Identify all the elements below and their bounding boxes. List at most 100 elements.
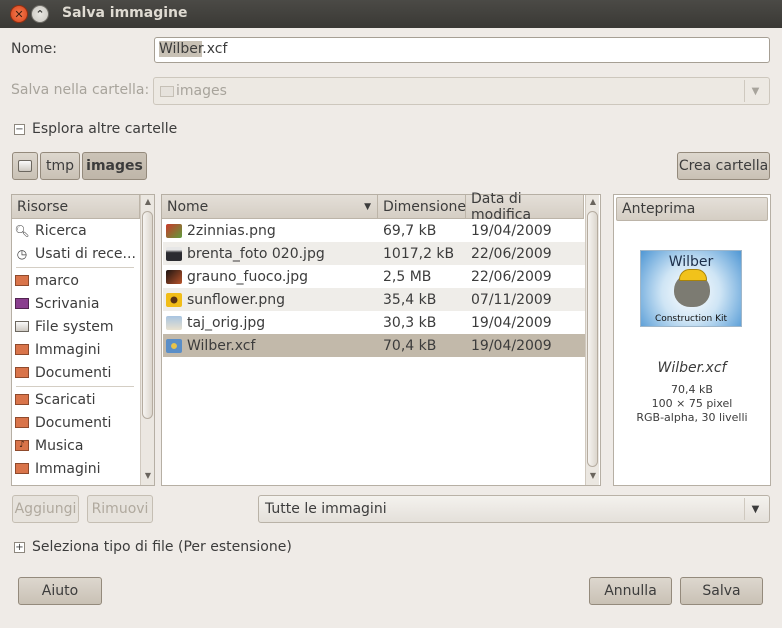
recent-icon: ◷ (16, 246, 28, 261)
image-thumbnail-icon (166, 338, 182, 353)
scroll-up-icon[interactable]: ▲ (586, 197, 600, 209)
file-date: 19/04/2009 (471, 337, 552, 354)
folder-icon (14, 392, 30, 408)
create-folder-button[interactable]: Crea cartella (677, 152, 770, 180)
sidebar-item-documents[interactable]: Documenti (14, 361, 136, 384)
chevron-down-icon: ▼ (744, 80, 766, 102)
file-name: 2zinnias.png (187, 222, 276, 239)
file-size: 69,7 kB (383, 222, 437, 239)
sidebar-separator (16, 386, 134, 387)
file-type-label: Seleziona tipo di file (Per estensione) (32, 539, 292, 555)
sidebar-item-label: Musica (35, 437, 84, 454)
preview-size: 70,4 kB (671, 383, 713, 396)
filename-input[interactable]: Wilber.xcf (154, 37, 770, 63)
file-size: 35,4 kB (383, 291, 437, 308)
file-name: taj_orig.jpg (187, 314, 266, 331)
sidebar-scrollbar[interactable]: ▲ ▼ (140, 195, 154, 485)
browse-folders-expander[interactable]: − Esplora altre cartelle (14, 121, 177, 137)
filename-selected-text: Wilber (159, 41, 203, 57)
sidebar-item-search[interactable]: 🔍︎ Ricerca (14, 219, 136, 242)
file-row[interactable]: brenta_foto 020.jpg 1017,2 kB 22/06/2009 (163, 242, 585, 265)
path-button-tmp[interactable]: tmp (40, 152, 80, 180)
preview-header: Anteprima (616, 197, 768, 221)
save-image-dialog: ✕ ⌃ Salva immagine Nome: Wilber.xcf Salv… (0, 0, 782, 628)
file-list-scroll-thumb[interactable] (587, 211, 598, 467)
preview-image-title: Wilber (668, 254, 714, 270)
column-name-label: Nome (167, 198, 209, 215)
file-date: 22/06/2009 (471, 245, 552, 262)
remove-bookmark-button[interactable]: Rimuovi (87, 495, 153, 523)
close-icon[interactable]: ✕ (10, 5, 28, 23)
drive-icon (14, 319, 30, 335)
preview-filename: Wilber.xcf (657, 360, 727, 376)
scroll-down-icon[interactable]: ▼ (141, 471, 155, 483)
sidebar-item-label: Scrivania (35, 295, 100, 312)
save-in-folder-value: images (176, 83, 227, 99)
desktop-icon (14, 296, 30, 312)
column-header-date[interactable]: Data di modifica (466, 191, 584, 223)
file-list-scrollbar[interactable]: ▲ ▼ (585, 195, 599, 485)
help-button[interactable]: Aiuto (18, 577, 102, 605)
save-button[interactable]: Salva (680, 577, 763, 605)
scroll-up-icon[interactable]: ▲ (141, 197, 155, 209)
file-size: 30,3 kB (383, 314, 437, 331)
sidebar-item-documents-2[interactable]: Documenti (14, 411, 136, 434)
sidebar-separator (16, 267, 134, 268)
folder-icon (14, 461, 30, 477)
collapse-icon: − (14, 123, 25, 135)
sidebar-item-label: File system (35, 318, 114, 335)
column-header-size[interactable]: Dimensione (378, 195, 466, 219)
column-header-name[interactable]: Nome ▼ (162, 195, 378, 219)
sidebar-scroll-thumb[interactable] (142, 211, 153, 419)
file-type-expander[interactable]: + Seleziona tipo di file (Per estensione… (14, 539, 292, 555)
sidebar-item-pictures-2[interactable]: Immagini (14, 457, 136, 480)
file-size: 2,5 MB (383, 268, 432, 285)
sidebar-item-pictures[interactable]: Immagini (14, 338, 136, 361)
file-filter-combo[interactable]: Tutte le immagini ▼ (258, 495, 770, 523)
path-button-images[interactable]: images (82, 152, 147, 180)
file-row[interactable]: grauno_fuoco.jpg 2,5 MB 22/06/2009 (163, 265, 585, 288)
image-thumbnail-icon (166, 292, 182, 307)
home-folder-icon (14, 273, 30, 289)
scroll-down-icon[interactable]: ▼ (586, 471, 600, 483)
maximize-icon[interactable]: ⌃ (31, 5, 49, 23)
name-label: Nome: (11, 41, 58, 57)
file-name: grauno_fuoco.jpg (187, 268, 309, 285)
file-row[interactable]: sunflower.png 35,4 kB 07/11/2009 (163, 288, 585, 311)
places-header: Risorse (12, 195, 140, 219)
folder-icon (14, 342, 30, 358)
browse-folders-label: Esplora altre cartelle (32, 121, 178, 137)
window-title: Salva immagine (62, 5, 188, 21)
preview-dimensions: 100 × 75 pixel (651, 397, 733, 410)
sort-arrow-icon: ▼ (364, 201, 371, 212)
sidebar-item-home[interactable]: marco (14, 269, 136, 292)
add-bookmark-button[interactable]: Aggiungi (12, 495, 79, 523)
folder-icon (160, 85, 174, 97)
sidebar-item-recent[interactable]: ◷ Usati di rece... (14, 242, 136, 265)
hardhat-shape (679, 269, 707, 281)
preview-image-subtitle: Construction Kit (654, 314, 728, 324)
file-filter-value: Tutte le immagini (265, 501, 387, 517)
image-thumbnail-icon (166, 246, 182, 261)
file-date: 22/06/2009 (471, 268, 552, 285)
title-bar: ✕ ⌃ Salva immagine (0, 0, 782, 28)
file-size: 1017,2 kB (383, 245, 455, 262)
save-in-folder-label: Salva nella cartella: (11, 82, 150, 98)
sidebar-item-filesystem[interactable]: File system (14, 315, 136, 338)
preview-info: RGB-alpha, 30 livelli (636, 411, 748, 424)
file-row[interactable]: taj_orig.jpg 30,3 kB 19/04/2009 (163, 311, 585, 334)
sidebar-item-label: marco (35, 272, 79, 289)
drive-icon (18, 160, 32, 172)
image-thumbnail-icon (166, 269, 182, 284)
sidebar-item-music[interactable]: ♪ Musica (14, 434, 136, 457)
places-sidebar: Risorse 🔍︎ Ricerca ◷ Usati di rece... ma… (11, 194, 155, 486)
sidebar-item-desktop[interactable]: Scrivania (14, 292, 136, 315)
file-row-selected[interactable]: Wilber.xcf 70,4 kB 19/04/2009 (163, 334, 585, 357)
file-list: Nome ▼ Dimensione Data di modifica 2zinn… (161, 191, 601, 486)
file-date: 19/04/2009 (471, 314, 552, 331)
path-drive-button[interactable] (12, 152, 38, 180)
file-name: Wilber.xcf (187, 337, 256, 354)
file-row[interactable]: 2zinnias.png 69,7 kB 19/04/2009 (163, 219, 585, 242)
cancel-button[interactable]: Annulla (589, 577, 672, 605)
sidebar-item-downloads[interactable]: Scaricati (14, 388, 136, 411)
